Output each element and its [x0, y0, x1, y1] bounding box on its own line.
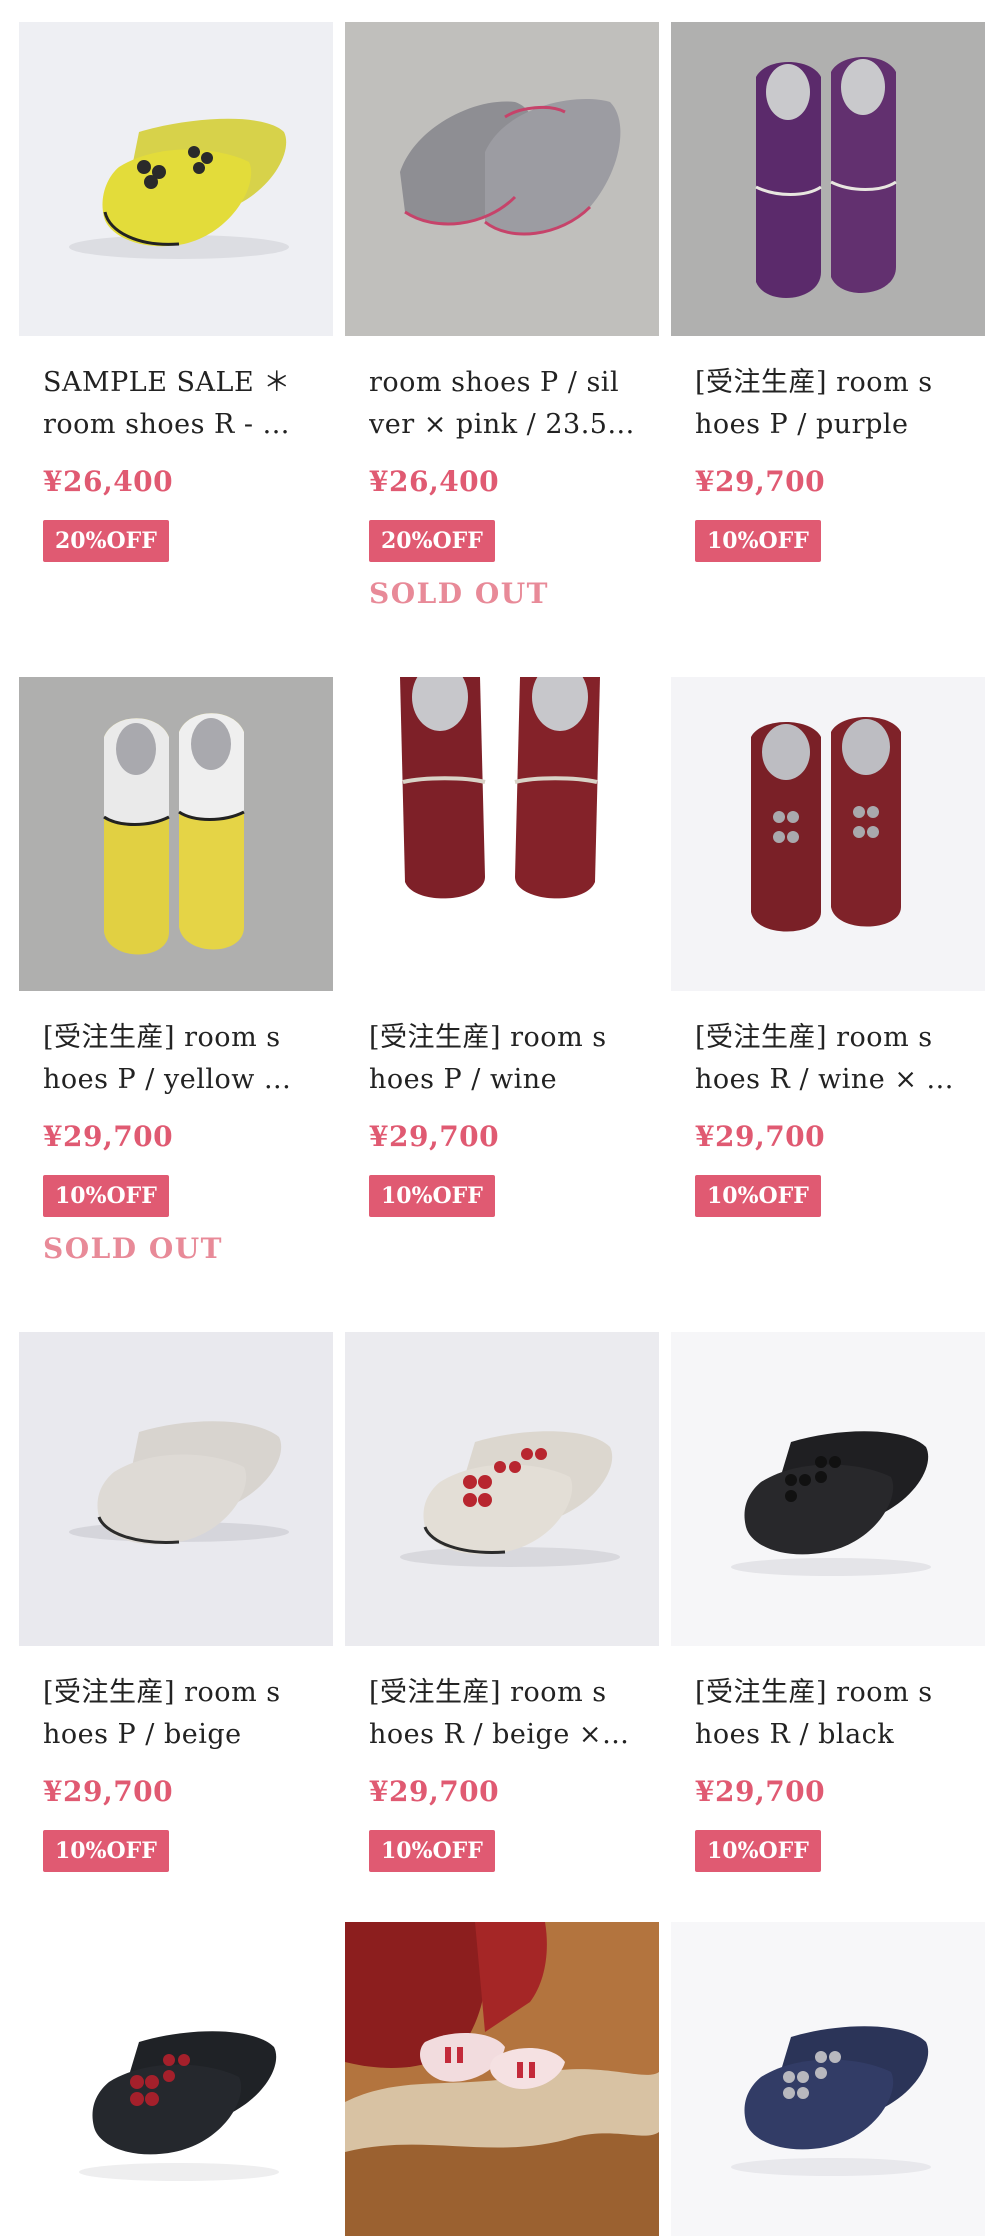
product-title[interactable]: [受注生産] room s hoes R / beige × ...: [369, 1672, 635, 1756]
product-image[interactable]: [345, 1332, 659, 1646]
discount-badge: 10%OFF: [369, 1830, 495, 1872]
product-image[interactable]: [19, 1332, 333, 1646]
product-card[interactable]: [受注生産] room s hoes P / wine ¥29,700 10%O…: [345, 677, 659, 1217]
product-card[interactable]: room shoes P / sil ver × pink / 23.5... …: [345, 22, 659, 612]
sold-out-label: SOLD OUT: [369, 577, 549, 610]
product-title-line: room shoes P / sil: [369, 367, 620, 398]
product-image[interactable]: [671, 1922, 985, 2236]
product-title-line: [受注生産] room s: [43, 1022, 281, 1053]
product-title-line: ver × pink / 23.5...: [369, 409, 635, 440]
product-image[interactable]: [671, 22, 985, 336]
product-image[interactable]: [671, 1332, 985, 1646]
product-title-line: [受注生産] room s: [695, 367, 933, 398]
product-title-line: hoes R / black: [695, 1719, 895, 1750]
product-title-line: hoes P / purple: [695, 409, 909, 440]
product-image[interactable]: [345, 1922, 659, 2236]
discount-badge: 20%OFF: [369, 520, 495, 562]
product-price: ¥29,700: [695, 1120, 826, 1153]
product-image[interactable]: [345, 677, 659, 991]
product-title[interactable]: SAMPLE SALE ＊ room shoes R - ...: [43, 362, 309, 446]
product-title-line: hoes P / beige: [43, 1719, 242, 1750]
product-title-line: room shoes R - ...: [43, 409, 290, 440]
product-title-line: hoes P / yellow ...: [43, 1064, 292, 1095]
product-price: ¥29,700: [369, 1120, 500, 1153]
product-card[interactable]: [受注生産] room s hoes P / yellow ... ¥29,70…: [19, 677, 333, 1267]
discount-badge: 10%OFF: [43, 1175, 169, 1217]
product-title-line: SAMPLE SALE ＊: [43, 367, 291, 398]
product-image[interactable]: [19, 1922, 333, 2236]
product-price: ¥29,700: [369, 1775, 500, 1808]
product-image[interactable]: [671, 677, 985, 991]
product-card[interactable]: [受注生産] room s hoes R / beige × ... ¥29,7…: [345, 1332, 659, 1872]
product-price: ¥26,400: [43, 465, 174, 498]
product-image[interactable]: [345, 22, 659, 336]
product-title[interactable]: [受注生産] room s hoes P / purple: [695, 362, 961, 446]
product-card[interactable]: [345, 1922, 659, 2236]
product-price: ¥26,400: [369, 465, 500, 498]
product-title-line: hoes P / wine: [369, 1064, 558, 1095]
product-card[interactable]: [受注生産] room s hoes R / wine × ... ¥29,70…: [671, 677, 985, 1217]
product-card[interactable]: [19, 1922, 333, 2236]
product-title-line: [受注生産] room s: [43, 1677, 281, 1708]
product-card[interactable]: [受注生産] room s hoes P / purple ¥29,700 10…: [671, 22, 985, 562]
product-title-line: hoes R / wine × ...: [695, 1064, 954, 1095]
sold-out-label: SOLD OUT: [43, 1232, 223, 1265]
product-price: ¥29,700: [43, 1120, 174, 1153]
product-title[interactable]: [受注生産] room s hoes R / wine × ...: [695, 1017, 961, 1101]
product-grid: SAMPLE SALE ＊ room shoes R - ... ¥26,400…: [0, 0, 1003, 2236]
product-price: ¥29,700: [695, 1775, 826, 1808]
discount-badge: 10%OFF: [369, 1175, 495, 1217]
product-card[interactable]: [受注生産] room s hoes P / beige ¥29,700 10%…: [19, 1332, 333, 1872]
product-title-line: [受注生産] room s: [695, 1022, 933, 1053]
discount-badge: 10%OFF: [43, 1830, 169, 1872]
discount-badge: 20%OFF: [43, 520, 169, 562]
product-title-line: [受注生産] room s: [695, 1677, 933, 1708]
product-title[interactable]: [受注生産] room s hoes P / wine: [369, 1017, 635, 1101]
product-image[interactable]: [19, 22, 333, 336]
product-title-line: hoes R / beige × ...: [369, 1719, 635, 1750]
product-title[interactable]: [受注生産] room s hoes P / yellow ...: [43, 1017, 309, 1101]
product-title-line: [受注生産] room s: [369, 1677, 607, 1708]
product-title-line: [受注生産] room s: [369, 1022, 607, 1053]
discount-badge: 10%OFF: [695, 520, 821, 562]
product-image[interactable]: [19, 677, 333, 991]
product-title[interactable]: [受注生産] room s hoes R / black: [695, 1672, 961, 1756]
discount-badge: 10%OFF: [695, 1175, 821, 1217]
product-title[interactable]: room shoes P / sil ver × pink / 23.5...: [369, 362, 635, 446]
product-price: ¥29,700: [695, 465, 826, 498]
product-price: ¥29,700: [43, 1775, 174, 1808]
product-card[interactable]: [671, 1922, 985, 2236]
product-card[interactable]: [受注生産] room s hoes R / black ¥29,700 10%…: [671, 1332, 985, 1872]
product-card[interactable]: SAMPLE SALE ＊ room shoes R - ... ¥26,400…: [19, 22, 333, 562]
product-title[interactable]: [受注生産] room s hoes P / beige: [43, 1672, 309, 1756]
discount-badge: 10%OFF: [695, 1830, 821, 1872]
